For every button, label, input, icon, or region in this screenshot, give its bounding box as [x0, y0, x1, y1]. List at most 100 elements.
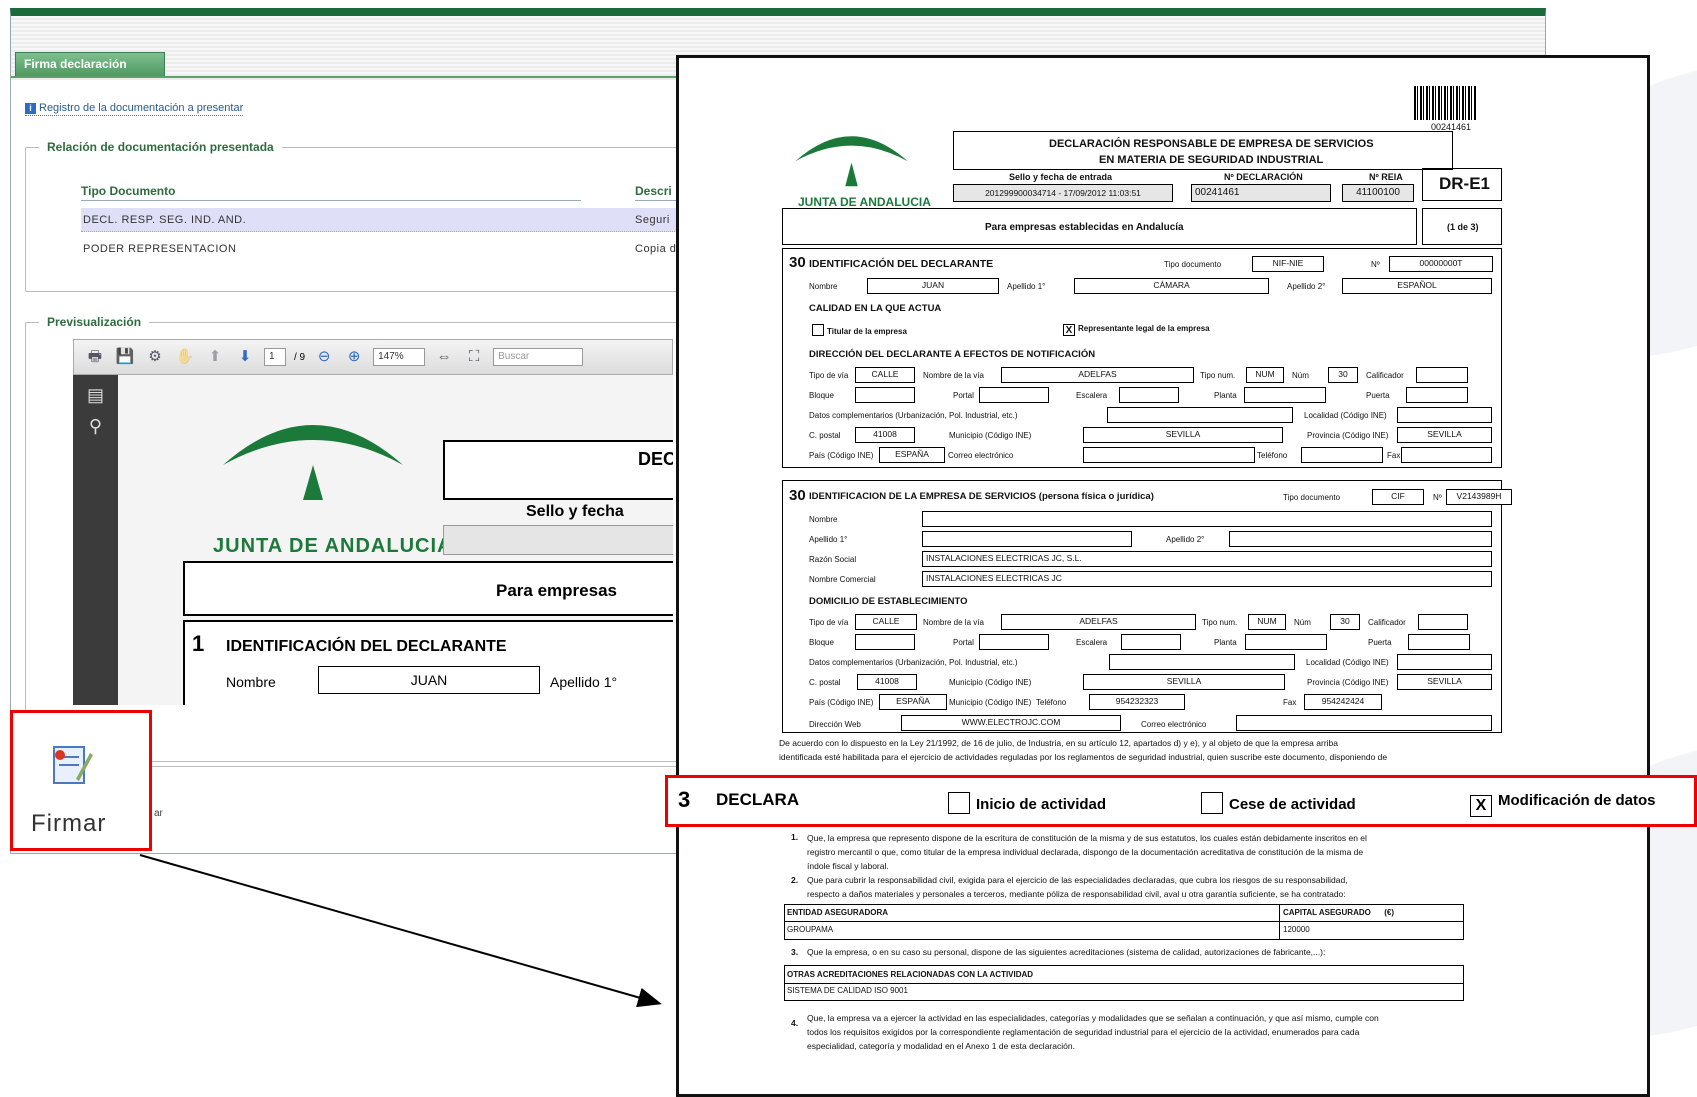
insurance-capital-unit: (€) — [1384, 908, 1394, 917]
form-code: DR-E1 — [1439, 174, 1491, 193]
s1-nomvia-label: Nombre de la vía — [923, 371, 984, 380]
s1-cp: 41008 — [855, 427, 915, 443]
insurance-entity-label: ENTIDAD ASEGURADORA — [787, 908, 889, 917]
s1-localidad — [1397, 407, 1492, 423]
s1-nombre: JUAN — [867, 278, 999, 294]
s1-titular-label: Titular de la empresa — [827, 327, 907, 336]
s2-domicilio: DOMICILIO DE ESTABLECIMIENTO — [809, 596, 968, 607]
inicio-checkbox-box — [948, 792, 970, 814]
s2-localidad-label: Localidad (Código INE) — [1306, 658, 1389, 667]
s2-comercial-label: Nombre Comercial — [809, 575, 876, 584]
s1-num: 30 — [789, 254, 806, 271]
cese-label: Cese de actividad — [1229, 796, 1356, 813]
cese-actividad-checkbox[interactable]: Cese de actividad — [1201, 792, 1356, 814]
p1-line3: índole fiscal y laboral. — [807, 861, 889, 871]
declaration-document: 00241461 JUNTA DE ANDALUCIA DECLARACIÓN … — [676, 55, 1650, 1097]
s1-puerta — [1406, 387, 1468, 403]
s1-tiponum: NUM — [1246, 367, 1284, 383]
s2-pais-label: País (Código INE) — [809, 698, 874, 707]
s1-tipodoc: NIF-NIE — [1252, 256, 1324, 272]
s2-planta-label: Planta — [1214, 638, 1237, 647]
s2-prov-label: Provincia (Código INE) — [1307, 678, 1389, 687]
s2-escalera-label: Escalera — [1076, 638, 1108, 647]
s2-escalera — [1121, 634, 1181, 650]
s2-planta — [1245, 634, 1327, 650]
s1-pais-label: País (Código INE) — [809, 451, 874, 460]
s2-datos-label: Datos complementarios (Urbanización, Pol… — [809, 658, 1018, 667]
s2-cp: 41008 — [857, 674, 917, 690]
title-line1: DECLARACIÓN RESPONSABLE DE EMPRESA DE SE… — [1049, 138, 1374, 150]
declara-title: DECLARA — [716, 790, 800, 809]
insurance-col-divider — [1279, 904, 1280, 940]
s1-num: 30 — [1328, 367, 1358, 383]
s2-num: 30 — [1330, 614, 1360, 630]
s1-correo-label: Correo electrónico — [948, 451, 1014, 460]
s2-title: IDENTIFICACION DE LA EMPRESA DE SERVICIO… — [809, 491, 1154, 502]
s2-num-label: Núm — [1294, 618, 1311, 627]
s1-ap2: ESPAÑOL — [1342, 278, 1492, 294]
s1-n: 00000000T — [1389, 256, 1493, 272]
p1-number: 1. — [791, 832, 799, 842]
s2-correo — [1236, 715, 1492, 731]
s2-correo-label: Correo electrónico — [1141, 720, 1207, 729]
s2-tiponum-label: Tipo num. — [1202, 618, 1238, 627]
declara-number: 3 — [678, 787, 691, 812]
s1-direccion: DIRECCIÓN DEL DECLARANTE A EFECTOS DE NO… — [809, 349, 1096, 360]
p4-line2: todos los requisitos exigidos por la cor… — [807, 1027, 1360, 1037]
s1-escalera-label: Escalera — [1076, 391, 1108, 400]
s1-tipovia: CALLE — [855, 367, 915, 383]
s2-pais: ESPAÑA — [879, 694, 947, 710]
s2-fax-label: Fax — [1283, 698, 1297, 707]
s2-bloque — [855, 634, 915, 650]
ley-line2: identificada esté habilitada para el eje… — [779, 752, 1388, 762]
s2-muni: SEVILLA — [1083, 674, 1285, 690]
inicio-label: Inicio de actividad — [976, 796, 1107, 813]
sello-field: 201299900034714 - 17/09/2012 11:03:51 — [953, 184, 1173, 202]
s2-tipovia-label: Tipo de vía — [809, 618, 849, 627]
p4-line1: Que, la empresa va a ejercer la activida… — [807, 1013, 1379, 1023]
declara-section: 3 DECLARA Inicio de actividad Cese de ac… — [665, 775, 1697, 827]
modificacion-label: Modificación de datos — [1498, 792, 1656, 809]
ley-line1: De acuerdo con lo dispuesto en la Ley 21… — [779, 738, 1338, 748]
s2-puerta-label: Puerta — [1368, 638, 1392, 647]
s2-datos — [1109, 654, 1295, 670]
s2-calif-label: Calificador — [1368, 618, 1406, 627]
s1-tipovia-label: Tipo de vía — [809, 371, 849, 380]
s1-calif-label: Calificador — [1366, 371, 1404, 380]
s1-localidad-label: Localidad (Código INE) — [1304, 411, 1387, 420]
s1-muni-label: Municipio (Código INE) — [949, 431, 1032, 440]
s2-portal-label: Portal — [953, 638, 974, 647]
ndecl-label: Nº DECLARACIÓN — [1224, 172, 1303, 182]
s1-ap1-label: Apellido 1° — [1007, 282, 1046, 291]
s2-nomvia-label: Nombre de la vía — [923, 618, 984, 627]
s2-bloque-label: Bloque — [809, 638, 834, 647]
s1-bloque-label: Bloque — [809, 391, 834, 400]
s2-n-label: Nº — [1433, 493, 1442, 502]
s1-escalera — [1119, 387, 1179, 403]
s1-prov: SEVILLA — [1397, 427, 1492, 443]
p2-number: 2. — [791, 875, 799, 885]
insurance-divider — [784, 921, 1464, 922]
s2-title-sub: (persona física o jurídica) — [1038, 491, 1154, 502]
sello-label: Sello y fecha de entrada — [1009, 172, 1113, 182]
p2-line1: Que para cubrir la responsabilidad civil… — [807, 875, 1348, 885]
inicio-actividad-checkbox[interactable]: Inicio de actividad — [948, 792, 1106, 814]
insurance-capital-label-text: CAPITAL ASEGURADO — [1283, 908, 1371, 917]
s1-fax-label: Fax — [1387, 451, 1401, 460]
s2-ap2-label: Apellido 2° — [1166, 535, 1205, 544]
s2-comercial: INSTALACIONES ELECTRICAS JC — [922, 571, 1492, 587]
nreia-field: 41100100 — [1342, 184, 1414, 202]
s1-planta — [1244, 387, 1326, 403]
s1-num-label: Núm — [1292, 371, 1309, 380]
ndecl-field: 00241461 — [1191, 184, 1331, 202]
p1-line2: registro mercantil o que, como titular d… — [807, 847, 1364, 857]
s1-pais: ESPAÑA — [879, 447, 945, 463]
s2-razon-label: Razón Social — [809, 555, 857, 564]
s2-muni2-label: Municipio (Código INE) — [949, 698, 1032, 707]
s2-prov: SEVILLA — [1397, 674, 1492, 690]
s1-representante-checkbox[interactable]: X Representante legal de la empresa — [1063, 324, 1210, 336]
modificacion-datos-checkbox[interactable]: X Modificación de datos — [1470, 792, 1656, 817]
p4-line3: especialidad, categoría y modalidad en e… — [807, 1041, 1075, 1051]
s2-fax: 954242424 — [1304, 694, 1382, 710]
s1-titular-checkbox[interactable]: Titular de la empresa — [812, 324, 907, 336]
